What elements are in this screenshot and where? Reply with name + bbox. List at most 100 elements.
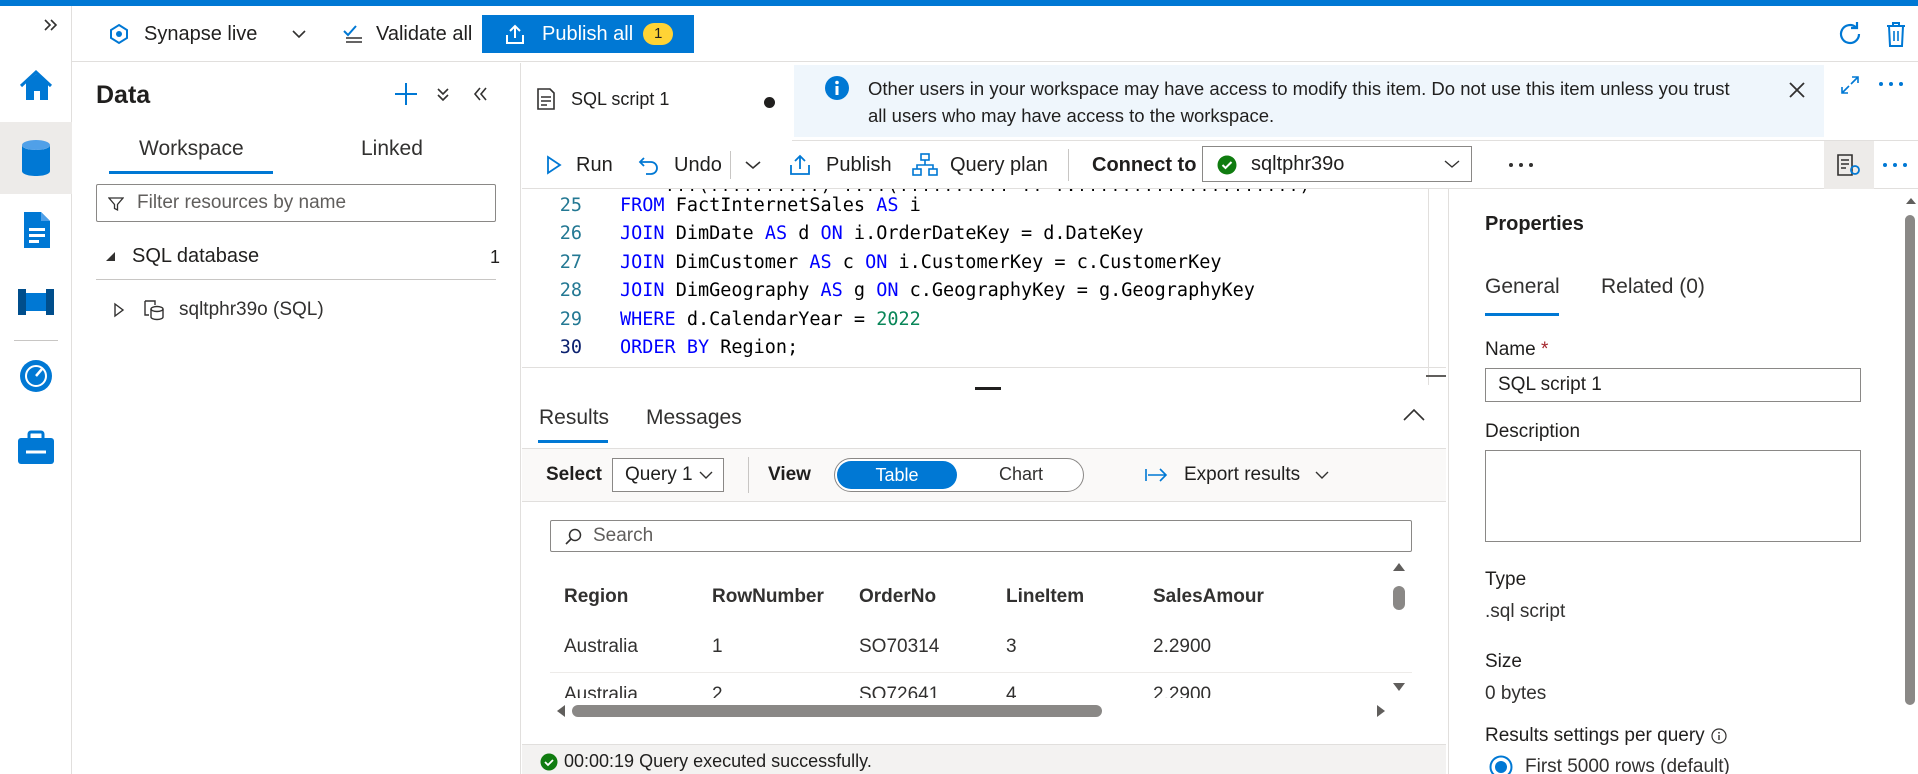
- select-label: Select: [546, 464, 602, 485]
- properties-toggle-icon[interactable]: [1824, 141, 1874, 189]
- query-status-text: 00:00:19 Query executed successfully.: [564, 751, 872, 771]
- tab-results[interactable]: Results: [539, 406, 609, 430]
- integrate-hub-icon[interactable]: [14, 280, 58, 324]
- filter-resources-input[interactable]: Filter resources by name: [96, 184, 496, 222]
- caret-down-icon[interactable]: [103, 249, 117, 263]
- scroll-right-icon[interactable]: [1376, 704, 1386, 718]
- editor-command-bar: Run Undo Publish Query plan Connect to s…: [522, 141, 1918, 189]
- view-option-chart[interactable]: Chart: [999, 464, 1043, 485]
- tab-general[interactable]: General: [1485, 275, 1560, 299]
- manage-hub-icon[interactable]: [14, 426, 58, 470]
- column-header[interactable]: OrderNo: [859, 586, 936, 608]
- view-label: View: [768, 464, 811, 485]
- scroll-down-icon[interactable]: [1392, 682, 1406, 692]
- collapse-results-icon[interactable]: [1402, 408, 1426, 422]
- query-plan-button[interactable]: Query plan: [912, 141, 1048, 189]
- table-cell: 2: [712, 684, 723, 698]
- description-input[interactable]: [1485, 450, 1861, 542]
- monitor-hub-icon[interactable]: [14, 354, 58, 398]
- more-commands-icon[interactable]: [1508, 141, 1534, 189]
- properties-scroll-thumb[interactable]: [1905, 215, 1915, 705]
- toolbar-divider: [730, 151, 731, 179]
- table-cell: SO72641: [859, 684, 940, 698]
- more-options-icon[interactable]: [1878, 81, 1904, 87]
- export-results-button[interactable]: Export results: [1144, 457, 1330, 493]
- results-search-input[interactable]: Search: [550, 520, 1412, 552]
- scroll-left-icon[interactable]: [556, 704, 566, 718]
- undo-dropdown-chevron-icon[interactable]: [744, 141, 762, 189]
- scroll-up-icon[interactable]: [1905, 197, 1917, 205]
- info-message-bar: Other users in your workspace may have a…: [794, 65, 1824, 137]
- undo-button[interactable]: Undo: [638, 141, 722, 189]
- results-settings-label: Results settings per query: [1485, 725, 1727, 747]
- info-icon: [824, 75, 850, 101]
- sql-script-icon: [536, 87, 556, 111]
- add-resource-icon[interactable]: [393, 81, 419, 107]
- name-input[interactable]: SQL script 1: [1485, 368, 1861, 402]
- editor-scroll-thumb[interactable]: [1426, 375, 1446, 377]
- view-option-table[interactable]: Table: [837, 461, 957, 489]
- column-header[interactable]: Region: [564, 586, 628, 608]
- editor-scrollbar[interactable]: [1428, 189, 1446, 385]
- sql-code-editor[interactable]: ???(??????????) ????(?????????? ?? ?.???…: [522, 189, 1446, 385]
- column-header[interactable]: RowNumber: [712, 586, 824, 608]
- toolbar-divider: [1068, 149, 1069, 181]
- connect-to-label: Connect to: [1092, 153, 1197, 176]
- horizontal-scroll-thumb[interactable]: [572, 705, 1102, 717]
- properties-scrollbar[interactable]: [1902, 189, 1918, 774]
- collapse-all-icon[interactable]: [435, 87, 451, 103]
- home-icon[interactable]: [14, 64, 58, 108]
- data-hub-icon[interactable]: [14, 136, 58, 180]
- results-pane: Results Messages Select Query 1 View Tab…: [522, 390, 1446, 774]
- line-number: 25: [559, 194, 582, 216]
- publish-button[interactable]: Publish: [788, 141, 892, 189]
- table-cell: SO70314: [859, 636, 940, 657]
- chevron-down-icon: [291, 29, 307, 39]
- tab-selected-indicator: [109, 171, 273, 174]
- info-message-line-2: all users who may have access to the wor…: [868, 105, 1275, 126]
- tab-sql-script-1[interactable]: SQL script 1: [522, 63, 792, 141]
- size-value: 0 bytes: [1485, 683, 1547, 704]
- refresh-icon[interactable]: [1836, 6, 1864, 62]
- table-cell: 2.2900: [1153, 684, 1212, 698]
- sql-database-section-label[interactable]: SQL database: [132, 245, 259, 268]
- validate-all-label: Validate all: [376, 22, 473, 45]
- tab-messages[interactable]: Messages: [646, 406, 742, 430]
- tab-related[interactable]: Related (0): [1601, 275, 1705, 299]
- discard-all-icon[interactable]: [1884, 6, 1908, 62]
- column-header[interactable]: LineItem: [1006, 586, 1084, 608]
- sql-pool-icon: [141, 297, 165, 321]
- tree-item-sqltphr39o[interactable]: sqltphr39o (SQL): [113, 295, 493, 325]
- scroll-up-icon[interactable]: [1392, 562, 1406, 572]
- close-icon[interactable]: [1788, 81, 1806, 99]
- info-icon[interactable]: [1711, 728, 1727, 744]
- expand-nav-icon[interactable]: [36, 10, 66, 40]
- undo-label: Undo: [674, 153, 722, 176]
- tab-workspace[interactable]: Workspace: [139, 137, 244, 161]
- toolbar-divider: [748, 457, 749, 493]
- pending-changes-badge: 1: [643, 23, 674, 45]
- type-label: Type: [1485, 569, 1527, 590]
- workspace-mode-selector[interactable]: Synapse live: [108, 6, 307, 62]
- table-cell: 1: [712, 636, 723, 657]
- develop-hub-icon[interactable]: [14, 208, 58, 252]
- collapse-panel-icon[interactable]: [471, 85, 489, 103]
- code-text: ORDER BY Region;: [620, 337, 799, 358]
- section-count: 1: [490, 247, 501, 267]
- validate-all-button[interactable]: Validate all: [342, 6, 472, 62]
- publish-icon: [788, 153, 812, 177]
- maximize-icon[interactable]: [1840, 75, 1860, 95]
- vertical-scroll-thumb[interactable]: [1393, 586, 1405, 610]
- panel-title: Data: [96, 81, 151, 109]
- caret-right-icon: [113, 302, 125, 318]
- query-select-dropdown[interactable]: Query 1: [612, 458, 724, 492]
- connect-to-dropdown[interactable]: sqltphr39o: [1202, 146, 1472, 182]
- view-toggle[interactable]: Table Chart: [834, 458, 1084, 492]
- column-header[interactable]: SalesAmour: [1153, 586, 1264, 608]
- results-option-first-5000[interactable]: First 5000 rows (default): [1489, 755, 1730, 774]
- line-number: 27: [559, 251, 582, 273]
- tab-linked[interactable]: Linked: [361, 137, 423, 161]
- more-options-icon[interactable]: [1882, 141, 1908, 189]
- publish-all-button[interactable]: Publish all 1: [482, 15, 694, 53]
- run-button[interactable]: Run: [546, 141, 613, 189]
